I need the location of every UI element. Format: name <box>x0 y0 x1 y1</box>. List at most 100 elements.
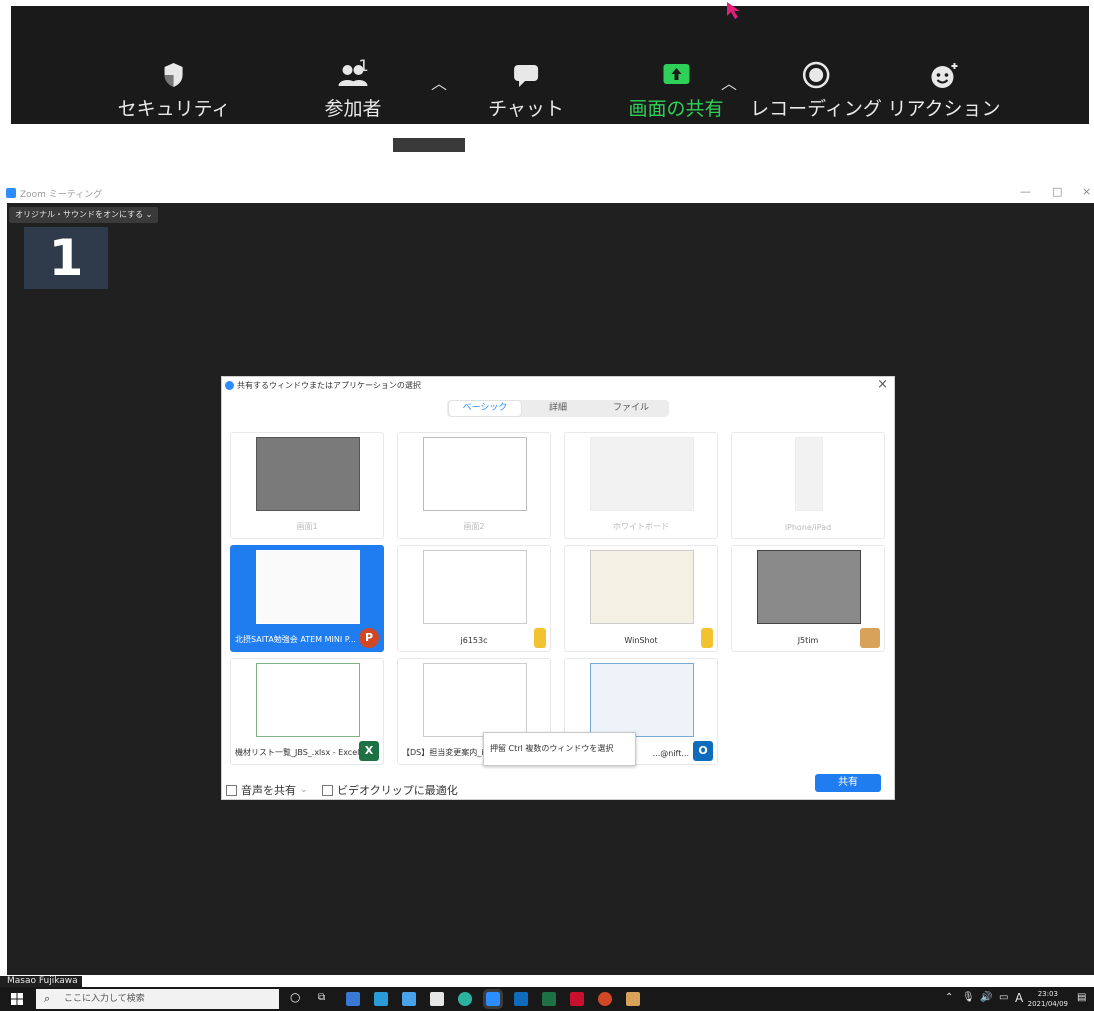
powerpoint-taskbar-icon[interactable] <box>598 992 612 1006</box>
share-tabs: ベーシック 詳細 ファイル <box>447 400 669 417</box>
whiteboard-pen-icon <box>590 437 694 511</box>
share-item-excel[interactable]: 機材リスト一覧_JBS_.xlsx - Excel X <box>230 658 384 765</box>
share-item-caption: 機材リスト一覧_JBS_.xlsx - Excel <box>235 748 360 757</box>
chevron-down-icon[interactable]: ⌄ <box>300 785 308 795</box>
share-item-j5tim[interactable]: J5tim <box>731 545 885 652</box>
participants-chevron-up-icon[interactable]: ︿ <box>431 70 447 94</box>
optimize-video-checkbox[interactable]: ビデオクリップに最適化 <box>322 782 458 798</box>
tab-advanced[interactable]: 詳細 <box>523 401 593 416</box>
tab-files[interactable]: ファイル <box>595 401 667 416</box>
store-icon[interactable] <box>430 992 444 1006</box>
dialog-title: 共有するウィンドウまたはアプリケーションの選択 <box>237 381 421 390</box>
network-icon[interactable]: ▭ <box>999 992 1008 1003</box>
chat-label: チャット <box>488 98 564 120</box>
close-window-button[interactable]: × <box>1082 185 1091 198</box>
iphone-icon <box>795 437 823 511</box>
share-screen-icon <box>662 64 689 84</box>
window-title: Zoom ミーティング <box>20 190 103 200</box>
share-item-caption: ホワイトボード <box>613 522 669 531</box>
share-item-powerpoint[interactable]: 北摂SAITA勉強会 ATEM MINI P... P <box>230 545 384 652</box>
share-source-grid: 画面1 画面2 ホワイトボード iPhone/iPad 北摂SAITA勉強会 A… <box>230 432 886 770</box>
windows-start-icon[interactable] <box>11 993 23 1005</box>
outlook-taskbar-icon[interactable] <box>514 992 528 1006</box>
clock-date: 2021/04/09 <box>1027 1000 1068 1008</box>
record-icon <box>802 61 830 89</box>
monitor-number: 1 <box>24 227 108 289</box>
share-button[interactable]: 共有 <box>815 774 881 792</box>
window-thumbnail <box>423 663 527 737</box>
share-audio-checkbox[interactable]: 音声を共有 ⌄ <box>226 782 308 798</box>
reaction-smiley-icon <box>931 63 957 88</box>
excel-icon: X <box>359 741 379 761</box>
maximize-button[interactable]: □ <box>1052 185 1062 198</box>
chat-button[interactable]: チャット <box>488 60 564 121</box>
share-item-caption: 画面2 <box>463 522 485 531</box>
taskbar-clock[interactable]: 23:03 2021/04/09 <box>1028 989 1068 1009</box>
window-thumbnail <box>590 550 694 624</box>
folder-icon <box>534 628 546 648</box>
window-titlebar: Zoom ミーティング — □ × <box>0 185 1094 203</box>
window-thumbnail <box>256 550 360 624</box>
security-label: セキュリティ <box>117 98 231 120</box>
taskbar-app-icon[interactable] <box>626 992 640 1006</box>
checkbox-box[interactable] <box>322 784 333 796</box>
share-item-caption: j6153c <box>460 636 488 645</box>
share-item-caption: 画面1 <box>296 522 318 531</box>
share-item-caption: J5tim <box>797 636 819 645</box>
dialog-close-icon[interactable]: × <box>877 377 888 392</box>
acrobat-icon[interactable] <box>570 992 584 1006</box>
chevron-down-icon[interactable]: ⌄ <box>146 210 153 219</box>
microphone-icon[interactable]: 🎙 <box>962 992 975 1003</box>
mouse-pointer-icon <box>727 2 740 19</box>
share-item-caption: WinShot <box>624 636 658 645</box>
share-item-screen-1[interactable]: 画面1 <box>230 432 384 539</box>
edge-icon[interactable] <box>458 992 472 1006</box>
window-thumbnail <box>423 550 527 624</box>
cortana-icon[interactable]: ○ <box>290 990 300 1004</box>
window-thumbnail <box>757 550 861 624</box>
toolbar-shadow <box>393 138 465 152</box>
window-thumbnail <box>256 663 360 737</box>
app-icon <box>860 628 880 648</box>
powerpoint-icon: P <box>359 628 379 648</box>
recording-button[interactable]: レコーディング <box>750 60 882 121</box>
tray-chevron-up-icon[interactable]: ⌃ <box>945 992 953 1003</box>
share-item-iphone[interactable]: iPhone/iPad <box>731 432 885 539</box>
zoom-taskbar-icon[interactable] <box>483 989 503 1009</box>
speaker-icon[interactable]: 🔊 <box>980 992 992 1003</box>
search-placeholder: ここに入力して検索 <box>64 994 145 1004</box>
excel-taskbar-icon[interactable] <box>542 992 556 1006</box>
checkbox-box[interactable] <box>226 784 237 796</box>
taskbar-app-icon[interactable] <box>346 992 360 1006</box>
share-item-whiteboard[interactable]: ホワイトボード <box>564 432 718 539</box>
taskbar-search-box[interactable]: ⌕ ここに入力して検索 <box>36 989 279 1009</box>
tab-basic[interactable]: ベーシック <box>449 401 521 416</box>
participants-button[interactable]: 1 参加者 <box>324 56 382 121</box>
participant-name-tag: Masao Fujikawa <box>0 976 82 987</box>
ime-indicator[interactable]: A <box>1015 991 1023 1005</box>
minimize-button[interactable]: — <box>1020 185 1031 198</box>
original-sound-toggle[interactable]: オリジナル・サウンドをオンにする ⌄ <box>9 207 159 223</box>
optimize-video-label: ビデオクリップに最適化 <box>337 784 458 797</box>
recording-label: レコーディング <box>750 98 882 120</box>
chat-icon <box>514 65 538 87</box>
share-chevron-up-icon[interactable]: ︿ <box>721 70 737 94</box>
reactions-button[interactable]: リアクション <box>887 60 1001 121</box>
search-icon: ⌕ <box>44 992 51 1005</box>
share-item-screen-2[interactable]: 画面2 <box>397 432 551 539</box>
mail-icon[interactable] <box>374 992 388 1006</box>
participant-count: 1 <box>358 56 369 75</box>
notification-icon[interactable]: ▤ <box>1077 992 1086 1003</box>
windows-taskbar: ⌕ ここに入力して検索 ○ ⧉ ⌃ 🎙 🔊 ▭ A 23:03 2021/04/… <box>0 987 1094 1011</box>
participants-label: 参加者 <box>324 98 382 120</box>
taskbar-app-icon[interactable] <box>402 992 416 1006</box>
clock-time: 23:03 <box>1037 990 1058 998</box>
share-item-winshot[interactable]: WinShot <box>564 545 718 652</box>
folder-icon <box>701 628 713 648</box>
share-item-folder-j6153c[interactable]: j6153c <box>397 545 551 652</box>
security-button[interactable]: セキュリティ <box>117 60 231 121</box>
share-screen-button[interactable]: 画面の共有 <box>628 60 724 121</box>
task-view-icon[interactable]: ⧉ <box>318 992 325 1003</box>
reactions-label: リアクション <box>887 98 1001 120</box>
share-audio-label: 音声を共有 <box>241 784 296 797</box>
